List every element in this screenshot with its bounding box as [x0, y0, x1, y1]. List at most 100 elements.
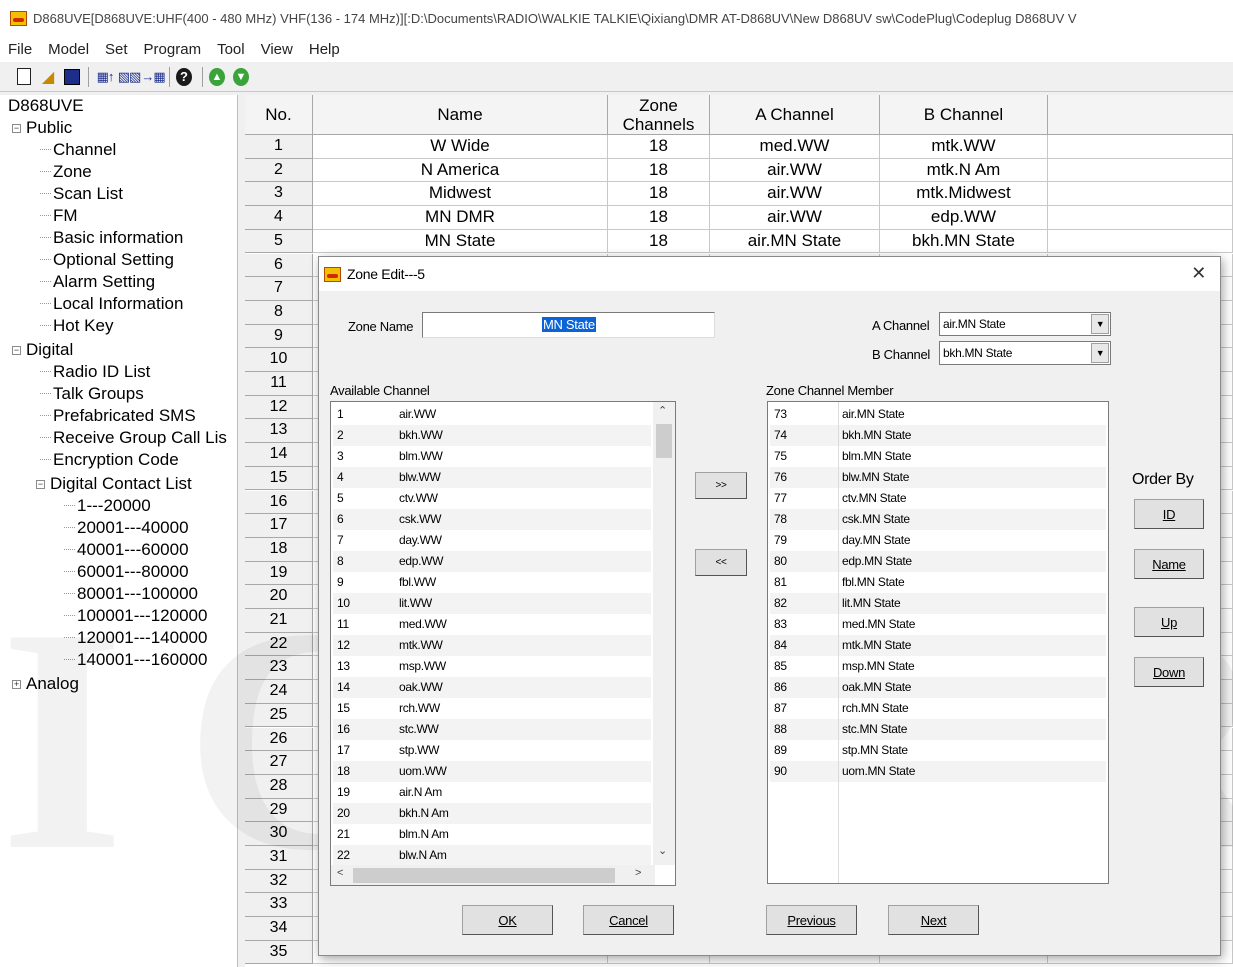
table-cell-a-channel[interactable]: air.WW [710, 158, 880, 183]
row-number[interactable]: 28 [245, 774, 313, 799]
tree-item-contact-range[interactable]: 100001---120000 [64, 605, 207, 627]
tree-node-digital-contact-list[interactable]: − Digital Contact List [36, 473, 192, 495]
read-radio-button[interactable]: ▦↑ [95, 67, 115, 87]
tree-item-scan-list[interactable]: Scan List [40, 183, 123, 205]
scrollbar-thumb[interactable] [656, 424, 672, 458]
row-number[interactable]: 22 [245, 632, 313, 657]
table-cell-name[interactable]: W Wide [313, 135, 608, 159]
open-file-button[interactable]: ◢ [38, 67, 58, 87]
collapse-icon[interactable]: − [12, 124, 21, 133]
add-channel-button[interactable]: >> [695, 472, 747, 499]
column-header-a-channel[interactable]: A Channel [710, 95, 880, 135]
list-item[interactable]: 18 uom.WW [333, 761, 651, 782]
save-button[interactable] [62, 67, 82, 87]
row-number[interactable]: 14 [245, 443, 313, 467]
move-up-button[interactable]: Up [1134, 607, 1204, 637]
row-number[interactable]: 4 [245, 206, 313, 230]
table-cell-b-channel[interactable]: edp.WW [880, 206, 1048, 230]
table-cell-a-channel[interactable]: air.MN State [710, 229, 880, 254]
row-number[interactable]: 24 [245, 680, 313, 704]
tree-node-public[interactable]: − Public [12, 117, 72, 139]
list-item[interactable]: 73 air.MN State [770, 404, 1106, 425]
row-number[interactable]: 25 [245, 703, 313, 728]
tree-item-radio-id-list[interactable]: Radio ID List [40, 361, 150, 383]
row-number[interactable]: 31 [245, 846, 313, 870]
zone-channel-member-list[interactable]: 73 air.MN State 74 bkh.MN State 75 blm.MN Sta… [767, 401, 1109, 884]
row-number[interactable]: 2 [245, 158, 313, 183]
row-number[interactable]: 10 [245, 348, 313, 372]
row-number[interactable]: 12 [245, 395, 313, 420]
list-item[interactable]: 81 fbl.MN State [770, 572, 1106, 593]
row-number[interactable]: 15 [245, 466, 313, 491]
row-number[interactable]: 17 [245, 514, 313, 538]
list-item[interactable]: 89 stp.MN State [770, 740, 1106, 761]
table-cell-b-channel[interactable]: mtk.Midwest [880, 182, 1048, 207]
table-cell-a-channel[interactable]: air.WW [710, 182, 880, 207]
row-number[interactable]: 20 [245, 585, 313, 609]
list-item[interactable]: 1 air.WW [333, 404, 651, 425]
ok-button[interactable]: OK [462, 905, 553, 935]
list-item[interactable]: 79 day.MN State [770, 530, 1106, 551]
chevron-down-icon[interactable]: ▼ [1091, 314, 1109, 334]
row-number[interactable]: 33 [245, 893, 313, 918]
tree-item-encryption-code[interactable]: Encryption Code [40, 449, 179, 471]
list-item[interactable]: 77 ctv.MN State [770, 488, 1106, 509]
row-number[interactable]: 35 [245, 940, 313, 965]
row-number[interactable]: 7 [245, 277, 313, 301]
list-item[interactable]: 15 rch.WW [333, 698, 651, 719]
list-item[interactable]: 87 rch.MN State [770, 698, 1106, 719]
list-item[interactable]: 12 mtk.WW [333, 635, 651, 656]
list-item[interactable]: 20 bkh.N Am [333, 803, 651, 824]
row-number[interactable]: 21 [245, 609, 313, 633]
table-cell-zone-channels[interactable]: 18 [608, 182, 710, 207]
list-item[interactable]: 82 lit.MN State [770, 593, 1106, 614]
menu-set[interactable]: Set [105, 41, 128, 58]
list-item[interactable]: 5 ctv.WW [333, 488, 651, 509]
list-item[interactable]: 8 edp.WW [333, 551, 651, 572]
help-button[interactable]: ? [176, 67, 196, 87]
row-number[interactable]: 27 [245, 751, 313, 775]
list-item[interactable]: 10 lit.WW [333, 593, 651, 614]
tree-item-fm[interactable]: FM [40, 205, 78, 227]
scroll-left-icon[interactable]: < [337, 867, 343, 879]
zone-name-input[interactable]: MN State [422, 312, 715, 338]
row-number[interactable]: 29 [245, 798, 313, 823]
list-item[interactable]: 84 mtk.MN State [770, 635, 1106, 656]
row-number[interactable]: 9 [245, 324, 313, 349]
menu-help[interactable]: Help [309, 41, 340, 58]
row-number[interactable]: 11 [245, 372, 313, 396]
new-file-button[interactable] [14, 67, 34, 87]
order-by-id-button[interactable]: ID [1134, 499, 1204, 529]
menu-view[interactable]: View [261, 41, 293, 58]
list-item[interactable]: 4 blw.WW [333, 467, 651, 488]
row-number[interactable]: 5 [245, 229, 313, 254]
menu-tool[interactable]: Tool [217, 41, 245, 58]
list-item[interactable]: 90 uom.MN State [770, 761, 1106, 782]
b-channel-select[interactable]: bkh.MN State ▼ [939, 341, 1111, 365]
table-cell-zone-channels[interactable]: 18 [608, 229, 710, 254]
menu-file[interactable]: File [8, 41, 32, 58]
next-button[interactable]: Next [888, 905, 979, 935]
previous-button[interactable]: Previous [766, 905, 857, 935]
tree-item-channel[interactable]: Channel [40, 139, 116, 161]
close-icon[interactable]: ✕ [1191, 263, 1206, 284]
available-channel-list[interactable]: 1 air.WW 2 bkh.WW 3 blm.WW 4 blw.WW 5 ctv.WW 6 csk.… [330, 401, 676, 886]
table-cell-b-channel[interactable]: bkh.MN State [880, 229, 1048, 254]
scroll-right-icon[interactable]: > [635, 867, 641, 879]
row-number[interactable]: 34 [245, 917, 313, 941]
table-cell-zone-channels[interactable]: 18 [608, 135, 710, 159]
table-cell-name[interactable]: Midwest [313, 182, 608, 207]
tree-node-digital[interactable]: − Digital [12, 339, 73, 361]
row-number[interactable]: 32 [245, 869, 313, 894]
a-channel-select[interactable]: air.MN State ▼ [939, 312, 1111, 336]
table-cell-name[interactable]: N America [313, 158, 608, 183]
list-item[interactable]: 74 bkh.MN State [770, 425, 1106, 446]
table-cell-b-channel[interactable]: mtk.N Am [880, 158, 1048, 183]
write-radio-button[interactable]: ▧▧ [118, 67, 142, 87]
column-header-b-channel[interactable]: B Channel [880, 95, 1048, 135]
move-up-button[interactable]: ▲ [209, 67, 229, 87]
tree-node-analog[interactable]: + Analog [12, 673, 79, 695]
list-item[interactable]: 22 blw.N Am [333, 845, 651, 866]
scroll-up-icon[interactable]: ⌃ [658, 404, 667, 417]
list-item[interactable]: 11 med.WW [333, 614, 651, 635]
